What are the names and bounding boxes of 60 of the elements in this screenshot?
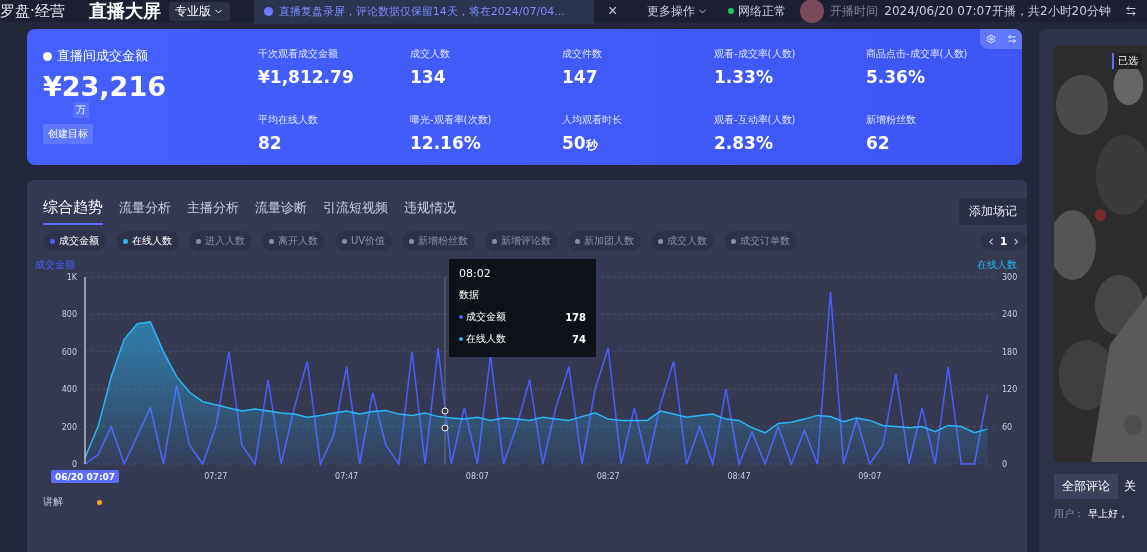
metric-label: 千次观看成交金额 [258,47,339,61]
axis-label: 09:07 [858,472,882,481]
axis-label: 08:47 [727,472,751,481]
metric-label: 新增粉丝数 [866,112,917,127]
axis-label: 1K [66,273,77,282]
axis-label: 300 [1002,273,1018,282]
axis-label: 600 [61,347,77,357]
page-title: 直播大屏 [88,0,161,23]
metric-value: 82 [258,132,283,153]
metric-label: 观看-互动率(人数) [714,112,797,127]
axis-label: 200 [61,422,77,432]
metric-value: ¥23,216 [43,71,166,102]
tooltip-label: 在线人数 [466,332,506,346]
axis-label: 07:27 [204,472,228,481]
tooltip-value: 74 [572,333,586,345]
axis-label: 400 [61,385,77,395]
axis-label: 120 [1002,385,1018,395]
metric-label: 平均在线人数 [258,112,319,127]
axis-label: 240 [1002,310,1018,320]
metric-value: 12.16% [410,132,482,153]
page-number: 1 [999,234,1008,248]
metric-label: 商品点击-成交率(人数) [866,47,969,61]
metric-title: 直播间成交金额 [57,47,148,65]
comment-user: 用户： [1054,507,1084,521]
unit-tag: 万 [73,102,89,118]
metric-label: 成交件数 [562,47,603,61]
start-time: 2024/06/20 07:07开播，共2小时20分钟 [884,2,1111,20]
metric-label: 曝光-观看率(次数) [410,112,493,127]
start-marker: 06/20 07:07 [51,470,119,483]
tooltip-value: 178 [565,311,586,323]
metric-label: 成交人数 [410,47,451,61]
track-label: 讲解 [43,495,63,509]
tooltip-time: 08:02 [459,267,492,280]
axis-label: 08:07 [465,472,489,481]
axis-title: 在线人数 [977,259,1017,270]
axis-label: 0 [1002,460,1008,469]
metric-value: 5.36% [866,67,926,87]
metric-label: 观看-成交率(人数) [714,47,797,61]
start-label: 开播时间 [830,2,879,20]
axis-label: 60 [1002,422,1013,432]
metric-value: 1.33% [714,67,774,87]
notice-text: 直播复盘录屏，评论数据仅保留14天，将在2024/07/04... [278,3,565,19]
comment-text: 早上好， [1088,507,1128,521]
metric-value: 147 [562,67,599,87]
axis-label: 07:47 [335,472,359,481]
metric-value: 2.83% [714,132,774,153]
axis-label: 08:27 [596,472,620,481]
metric-value: 62 [866,132,891,153]
axis-label: 180 [1002,347,1018,357]
metric-value: 134 [410,67,447,87]
metric-value: 50秒 [562,132,599,154]
metric-label: 人均观看时长 [562,112,623,127]
axis-label: 0 [71,460,77,469]
tooltip-label: 成交金额 [466,310,506,324]
axis-label: 800 [61,310,77,320]
network-status: 网络正常 [738,2,787,20]
tooltip-heading: 数据 [459,288,480,302]
selected-badge: 已选 [1112,53,1142,69]
axis-title: 成交金额 [35,259,75,270]
metric-value: ¥1,812.79 [258,67,355,87]
